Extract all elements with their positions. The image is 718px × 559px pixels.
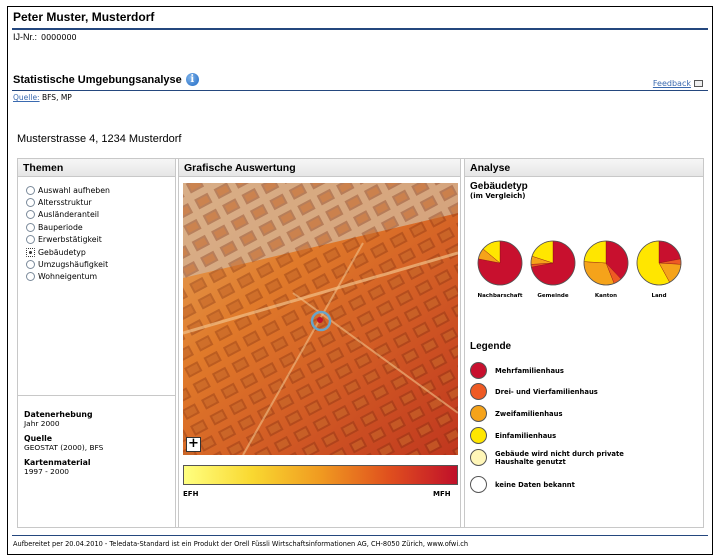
legend-label: Zweifamilienhaus (495, 409, 563, 418)
theme-radio[interactable] (26, 222, 35, 232)
theme-option[interactable]: Gebäudetyp (26, 246, 175, 258)
panels: Themen Auswahl aufheben Altersstruktur Aus… (17, 158, 704, 528)
theme-label[interactable]: Wohneigentum (38, 272, 97, 281)
map-header: Grafische Auswertung (179, 159, 460, 177)
pie-label: Land (651, 293, 667, 299)
mail-icon[interactable] (694, 80, 703, 87)
meta-quelle-value: GEOSTAT (2000), BFS (24, 443, 104, 452)
section-title: Statistische Umgebungsanalyse i (13, 73, 199, 86)
zoom-in-button[interactable]: + (186, 437, 201, 452)
analysis-subtitle: (im Vergleich) (470, 192, 526, 200)
theme-radio[interactable] (26, 260, 35, 270)
section-title-text: Statistische Umgebungsanalyse (13, 73, 182, 86)
theme-label[interactable]: Gebäudetyp (38, 248, 86, 257)
pie-chart: Land (634, 239, 684, 299)
pie-label: Gemeinde (537, 293, 569, 299)
legend-item: Einfamilienhaus (470, 427, 556, 444)
meta-box: Datenerhebung Jahr 2000 Quelle GEOSTAT (… (18, 395, 175, 527)
theme-label[interactable]: Altersstruktur (38, 198, 92, 207)
meta-karten-value: 1997 - 2000 (24, 467, 69, 476)
theme-label[interactable]: Auswahl aufheben (38, 186, 110, 195)
legend-item: Gebäude wird nicht durch private Haushal… (470, 449, 625, 466)
address: Musterstrasse 4, 1234 Musterdorf (17, 133, 182, 145)
theme-label[interactable]: Umzugshäufigkeit (38, 260, 108, 269)
id-label: IJ-Nr.: (13, 32, 37, 42)
theme-label[interactable]: Erwerbstätigkeit (38, 235, 102, 244)
themes-header: Themen (18, 159, 175, 177)
theme-radio[interactable] (26, 185, 35, 195)
themes-list: Auswahl aufheben Altersstruktur Ausländera… (18, 177, 175, 283)
source-value: BFS, MP (41, 93, 72, 102)
person-name: Peter Muster, Musterdorf (13, 10, 155, 24)
source-line: Quelle: BFS, MP (13, 93, 72, 102)
meta-erhebung-value: Jahr 2000 (24, 419, 60, 428)
id-number: IJ-Nr.: 0000000 (13, 32, 77, 42)
section-divider (12, 90, 708, 91)
themes-panel: Themen Auswahl aufheben Altersstruktur Aus… (18, 159, 176, 527)
feedback-link[interactable]: Feedback (653, 79, 703, 88)
feedback-label[interactable]: Feedback (653, 79, 691, 88)
theme-label[interactable]: Bauperiode (38, 223, 83, 232)
legend-swatch (470, 476, 487, 493)
analysis-title: Gebäudetyp (470, 181, 528, 192)
legend-label: Mehrfamilienhaus (495, 366, 564, 375)
legend-label: Einfamilienhaus (495, 431, 557, 440)
meta-quelle-label: Quelle (24, 434, 53, 443)
legend-title: Legende (470, 341, 512, 352)
theme-option[interactable]: Auswahl aufheben (26, 184, 175, 196)
legend-item: Zweifamilienhaus (470, 405, 563, 422)
theme-label[interactable]: Ausländeranteil (38, 210, 99, 219)
source-link[interactable]: Quelle: (13, 93, 40, 102)
theme-option[interactable]: Umzugshäufigkeit (26, 258, 175, 270)
legend-label: Gebäude wird nicht durch private Haushal… (495, 449, 624, 466)
legend-label: Drei- und Vierfamilienhaus (495, 387, 598, 396)
theme-option[interactable]: Altersstruktur (26, 196, 175, 208)
header-divider (12, 28, 708, 30)
analysis-panel: Analyse Gebäudetyp (im Vergleich) Nachba… (464, 159, 703, 527)
meta-karten-label: Kartenmaterial (24, 458, 91, 467)
aerial-map[interactable]: + (183, 183, 458, 455)
pie-chart: Gemeinde (528, 239, 578, 299)
pie-label: Nachbarschaft (477, 293, 523, 299)
report-frame: Peter Muster, Musterdorf IJ-Nr.: 0000000 … (7, 6, 713, 555)
info-icon[interactable]: i (185, 73, 199, 86)
pie-chart: Kanton (581, 239, 631, 299)
map-panel: Grafische Auswertung + EFH MFH (178, 159, 461, 527)
legend-item: Mehrfamilienhaus (470, 362, 564, 379)
footer-text: Aufbereitet per 20.04.2010 - Teledata-St… (13, 540, 469, 548)
footer-divider (12, 535, 708, 536)
theme-radio[interactable] (26, 210, 35, 220)
theme-option[interactable]: Ausländeranteil (26, 209, 175, 221)
theme-radio[interactable] (26, 272, 35, 282)
color-scale (183, 465, 458, 485)
theme-option[interactable]: Bauperiode (26, 221, 175, 233)
scale-label-left: EFH (183, 490, 199, 498)
pie-label: Kanton (594, 293, 618, 299)
theme-radio[interactable] (26, 198, 35, 208)
id-value: 0000000 (41, 33, 77, 42)
theme-option[interactable]: Wohneigentum (26, 271, 175, 283)
pie-chart: Nachbarschaft (475, 239, 525, 299)
legend-label: keine Daten bekannt (495, 480, 575, 489)
legend-item: keine Daten bekannt (470, 476, 575, 493)
meta-erhebung-label: Datenerhebung (24, 410, 93, 419)
legend-swatch (470, 362, 487, 379)
theme-radio[interactable] (26, 235, 35, 245)
theme-option[interactable]: Erwerbstätigkeit (26, 234, 175, 246)
scale-label-right: MFH (433, 490, 451, 498)
map-image[interactable] (183, 183, 458, 455)
theme-radio[interactable] (26, 247, 35, 257)
legend-swatch (470, 449, 487, 466)
legend-item: Drei- und Vierfamilienhaus (470, 383, 598, 400)
legend-swatch (470, 427, 487, 444)
legend-swatch (470, 383, 487, 400)
legend-swatch (470, 405, 487, 422)
analysis-header: Analyse (465, 159, 703, 177)
